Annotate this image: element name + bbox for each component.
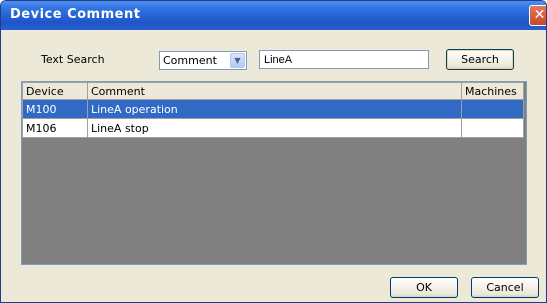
cell-machines[interactable] (461, 118, 524, 138)
chevron-down-icon[interactable]: ▼ (230, 53, 245, 68)
title-bar[interactable]: Device Comment ✕ (1, 1, 546, 30)
search-input[interactable] (259, 50, 429, 69)
search-field-select[interactable]: Comment ▼ (159, 51, 247, 70)
cell-device[interactable]: M100 (22, 99, 88, 119)
table-row[interactable]: M106 LineA stop (22, 118, 524, 138)
cell-comment[interactable]: LineA stop (87, 118, 462, 138)
column-header-comment[interactable]: Comment (87, 82, 462, 100)
ok-button[interactable]: OK (390, 277, 458, 298)
table-row[interactable]: M100 LineA operation (22, 99, 524, 119)
cell-comment[interactable]: LineA operation (87, 99, 462, 119)
search-field-value: Comment (163, 54, 217, 67)
cell-machines[interactable] (461, 99, 524, 119)
search-button[interactable]: Search (446, 49, 514, 70)
device-table: Device Comment Machines M100 LineA opera… (21, 81, 527, 265)
close-icon: ✕ (533, 7, 546, 23)
column-header-device[interactable]: Device (22, 82, 88, 100)
text-search-label: Text Search (41, 53, 105, 66)
device-comment-dialog: Device Comment ✕ Text Search Comment ▼ S… (0, 0, 547, 303)
cancel-button[interactable]: Cancel (471, 277, 539, 298)
column-header-machines[interactable]: Machines (461, 82, 524, 100)
dialog-title: Device Comment (10, 7, 141, 22)
cell-device[interactable]: M106 (22, 118, 88, 138)
table-header-row: Device Comment Machines (22, 82, 524, 100)
device-table-grid: Device Comment Machines M100 LineA opera… (22, 82, 524, 138)
close-button[interactable]: ✕ (529, 5, 546, 26)
